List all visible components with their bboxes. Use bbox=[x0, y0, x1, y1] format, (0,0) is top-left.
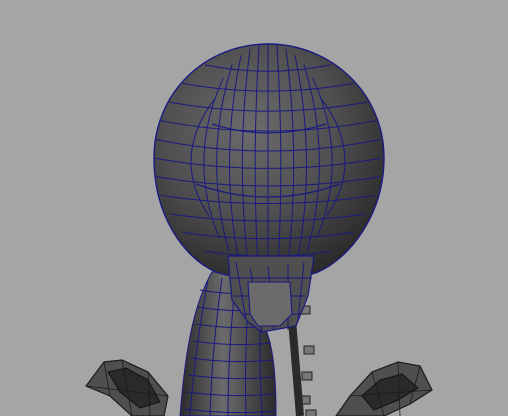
3d-viewport[interactable] bbox=[0, 0, 508, 416]
head-mesh[interactable] bbox=[153, 43, 385, 279]
scene-canvas[interactable] bbox=[0, 0, 508, 416]
